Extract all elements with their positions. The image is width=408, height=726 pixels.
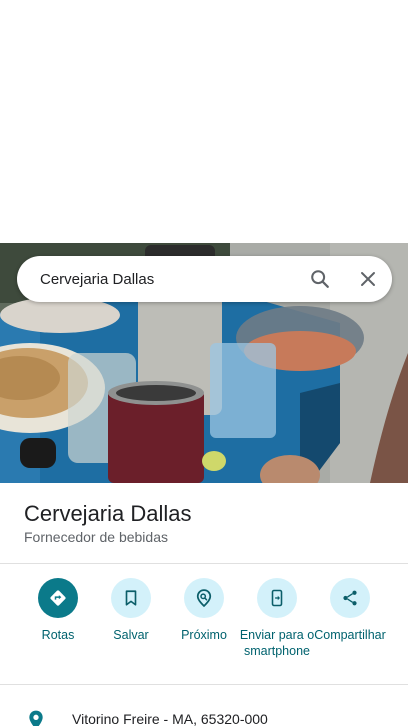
search-icon[interactable] <box>296 256 344 302</box>
search-query[interactable]: Cervejaria Dallas <box>17 271 296 288</box>
place-header: Cervejaria Dallas Fornecedor de bebidas <box>24 500 394 545</box>
place-category: Fornecedor de bebidas <box>24 529 168 545</box>
place-title: Cervejaria Dallas <box>24 501 192 526</box>
search-bar[interactable]: Cervejaria Dallas <box>17 256 392 302</box>
location-pin-icon <box>28 710 44 726</box>
save-label: Salvar <box>113 628 149 642</box>
directions-label: Rotas <box>41 628 75 642</box>
bookmark-icon <box>111 578 151 618</box>
nearby-button[interactable]: Próximo <box>166 578 242 643</box>
address-text: Vitorino Freire - MA, 65320-000 <box>72 711 268 726</box>
directions-button[interactable]: Rotas <box>20 578 96 643</box>
share-icon <box>330 578 370 618</box>
address-row[interactable]: Vitorino Freire - MA, 65320-000 <box>0 700 408 726</box>
send-to-phone-button[interactable]: Enviar para o smartphone <box>239 578 315 659</box>
close-icon[interactable] <box>344 256 392 302</box>
share-button[interactable]: Compartilhar <box>312 578 388 643</box>
save-button[interactable]: Salvar <box>93 578 169 643</box>
divider <box>0 563 408 564</box>
send-to-phone-label: Enviar para o smartphone <box>239 628 315 658</box>
nearby-label: Próximo <box>181 628 227 642</box>
send-to-phone-icon <box>257 578 297 618</box>
action-bar: Rotas Salvar Próximo Enviar para o smart… <box>22 578 394 678</box>
share-label: Compartilhar <box>314 628 386 642</box>
nearby-icon <box>184 578 224 618</box>
map-blank-area <box>0 0 408 243</box>
divider <box>0 684 408 685</box>
directions-icon <box>38 578 78 618</box>
